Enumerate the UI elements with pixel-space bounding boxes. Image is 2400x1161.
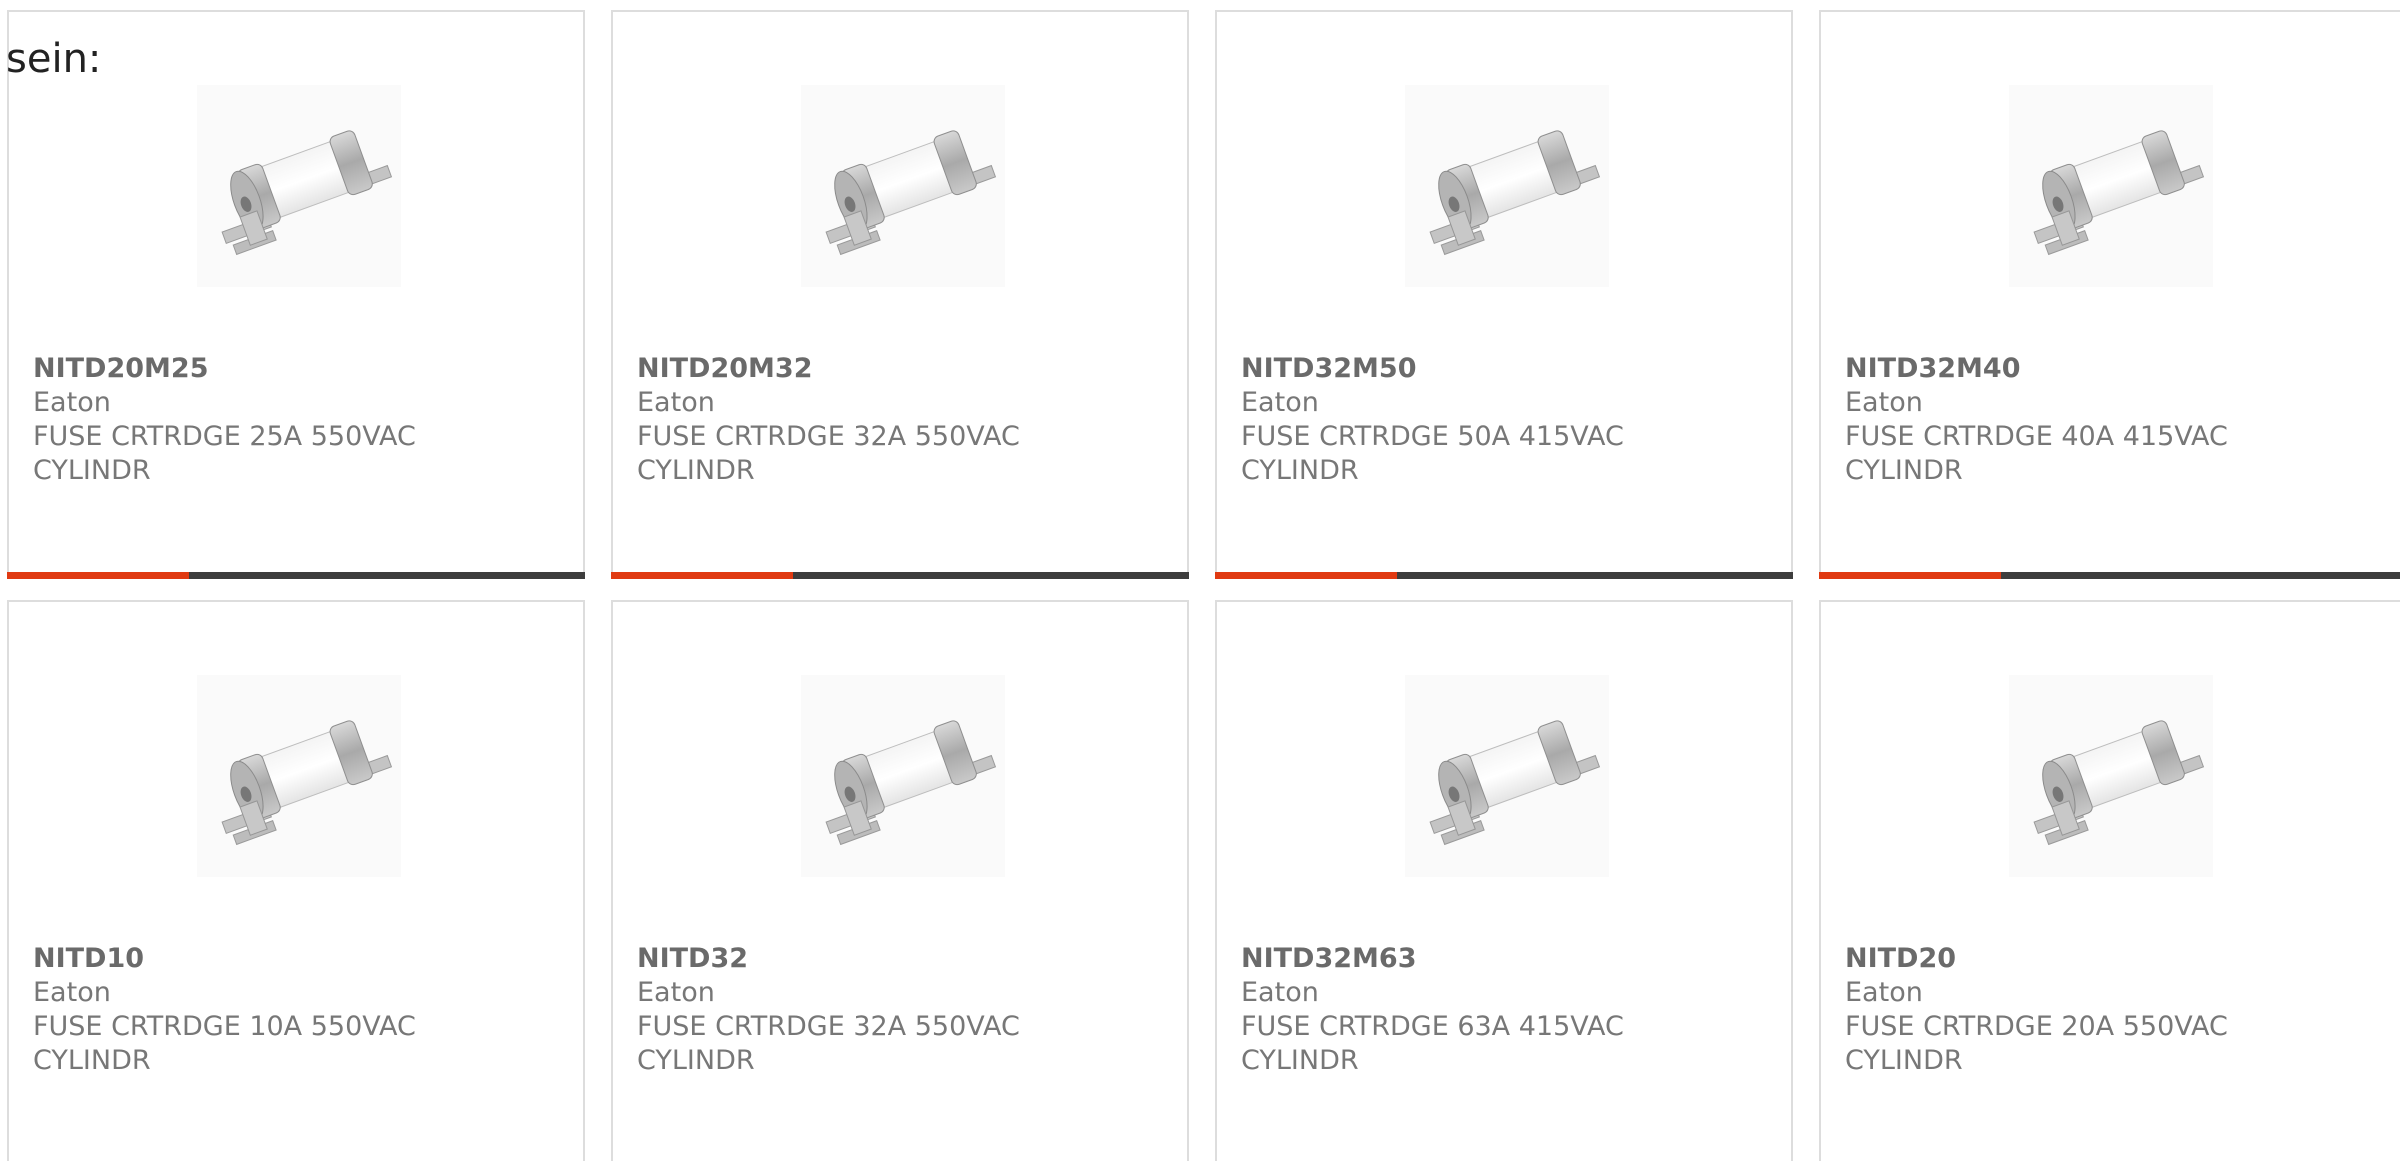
product-info: NITD32 Eaton FUSE CRTRDGE 32A 550VAC CYL… xyxy=(637,942,1157,1078)
fuse-cartridge-icon[interactable] xyxy=(2009,675,2213,877)
product-card[interactable]: NITD32 Eaton FUSE CRTRDGE 32A 550VAC CYL… xyxy=(611,600,1189,1161)
fuse-cartridge-icon[interactable] xyxy=(801,85,1005,287)
part-number[interactable]: NITD10 xyxy=(33,942,553,976)
card-footer-bar xyxy=(1215,572,1793,579)
product-info: NITD32M40 Eaton FUSE CRTRDGE 40A 415VAC … xyxy=(1845,352,2365,488)
description-line-2: CYLINDR xyxy=(1241,455,1359,486)
card-accent-bar xyxy=(1215,572,1397,579)
description-line-2: CYLINDR xyxy=(637,455,755,486)
product-info: NITD10 Eaton FUSE CRTRDGE 10A 550VAC CYL… xyxy=(33,942,553,1078)
manufacturer: Eaton xyxy=(1845,977,1923,1008)
fuse-cartridge-icon[interactable] xyxy=(1405,675,1609,877)
fuse-cartridge-icon[interactable] xyxy=(197,675,401,877)
description: FUSE CRTRDGE 63A 415VAC xyxy=(1241,1011,1624,1042)
description-line-2: CYLINDR xyxy=(1845,455,1963,486)
product-card[interactable]: NITD20M25 Eaton FUSE CRTRDGE 25A 550VAC … xyxy=(7,10,585,579)
card-accent-bar xyxy=(611,572,793,579)
manufacturer: Eaton xyxy=(637,977,715,1008)
description-line-2: CYLINDR xyxy=(33,1045,151,1076)
part-number[interactable]: NITD32 xyxy=(637,942,1157,976)
product-info: NITD20M25 Eaton FUSE CRTRDGE 25A 550VAC … xyxy=(33,352,553,488)
product-card[interactable]: NITD32M50 Eaton FUSE CRTRDGE 50A 415VAC … xyxy=(1215,10,1793,579)
manufacturer: Eaton xyxy=(33,387,111,418)
description: FUSE CRTRDGE 40A 415VAC xyxy=(1845,421,2228,452)
product-card[interactable]: NITD10 Eaton FUSE CRTRDGE 10A 550VAC CYL… xyxy=(7,600,585,1161)
product-info: NITD20M32 Eaton FUSE CRTRDGE 32A 550VAC … xyxy=(637,352,1157,488)
fuse-cartridge-icon[interactable] xyxy=(801,675,1005,877)
fuse-cartridge-icon[interactable] xyxy=(197,85,401,287)
description: FUSE CRTRDGE 50A 415VAC xyxy=(1241,421,1624,452)
description: FUSE CRTRDGE 20A 550VAC xyxy=(1845,1011,2228,1042)
description: FUSE CRTRDGE 25A 550VAC xyxy=(33,421,416,452)
description: FUSE CRTRDGE 32A 550VAC xyxy=(637,1011,1020,1042)
product-card[interactable]: NITD32M63 Eaton FUSE CRTRDGE 63A 415VAC … xyxy=(1215,600,1793,1161)
product-info: NITD32M63 Eaton FUSE CRTRDGE 63A 415VAC … xyxy=(1241,942,1761,1078)
description-line-2: CYLINDR xyxy=(33,455,151,486)
part-number[interactable]: NITD32M50 xyxy=(1241,352,1761,386)
part-number[interactable]: NITD32M40 xyxy=(1845,352,2365,386)
description-line-2: CYLINDR xyxy=(1241,1045,1359,1076)
part-number[interactable]: NITD20 xyxy=(1845,942,2365,976)
card-footer-bar xyxy=(1819,572,2400,579)
product-card[interactable]: NITD20M32 Eaton FUSE CRTRDGE 32A 550VAC … xyxy=(611,10,1189,579)
intro-text: sein: xyxy=(6,36,102,82)
product-info: NITD20 Eaton FUSE CRTRDGE 20A 550VAC CYL… xyxy=(1845,942,2365,1078)
fuse-cartridge-icon[interactable] xyxy=(2009,85,2213,287)
card-accent-bar xyxy=(1819,572,2001,579)
part-number[interactable]: NITD32M63 xyxy=(1241,942,1761,976)
card-footer-bar xyxy=(611,572,1189,579)
manufacturer: Eaton xyxy=(33,977,111,1008)
product-grid-page: sein: NITD20M25 Eaton FUSE CRTRDGE 25A 5… xyxy=(0,0,2400,1161)
manufacturer: Eaton xyxy=(1241,977,1319,1008)
card-footer-bar xyxy=(7,572,585,579)
fuse-cartridge-icon[interactable] xyxy=(1405,85,1609,287)
product-info: NITD32M50 Eaton FUSE CRTRDGE 50A 415VAC … xyxy=(1241,352,1761,488)
product-card[interactable]: NITD32M40 Eaton FUSE CRTRDGE 40A 415VAC … xyxy=(1819,10,2400,579)
manufacturer: Eaton xyxy=(637,387,715,418)
manufacturer: Eaton xyxy=(1845,387,1923,418)
description-line-2: CYLINDR xyxy=(637,1045,755,1076)
manufacturer: Eaton xyxy=(1241,387,1319,418)
part-number[interactable]: NITD20M25 xyxy=(33,352,553,386)
product-card[interactable]: NITD20 Eaton FUSE CRTRDGE 20A 550VAC CYL… xyxy=(1819,600,2400,1161)
description: FUSE CRTRDGE 10A 550VAC xyxy=(33,1011,416,1042)
card-accent-bar xyxy=(7,572,189,579)
part-number[interactable]: NITD20M32 xyxy=(637,352,1157,386)
description-line-2: CYLINDR xyxy=(1845,1045,1963,1076)
description: FUSE CRTRDGE 32A 550VAC xyxy=(637,421,1020,452)
